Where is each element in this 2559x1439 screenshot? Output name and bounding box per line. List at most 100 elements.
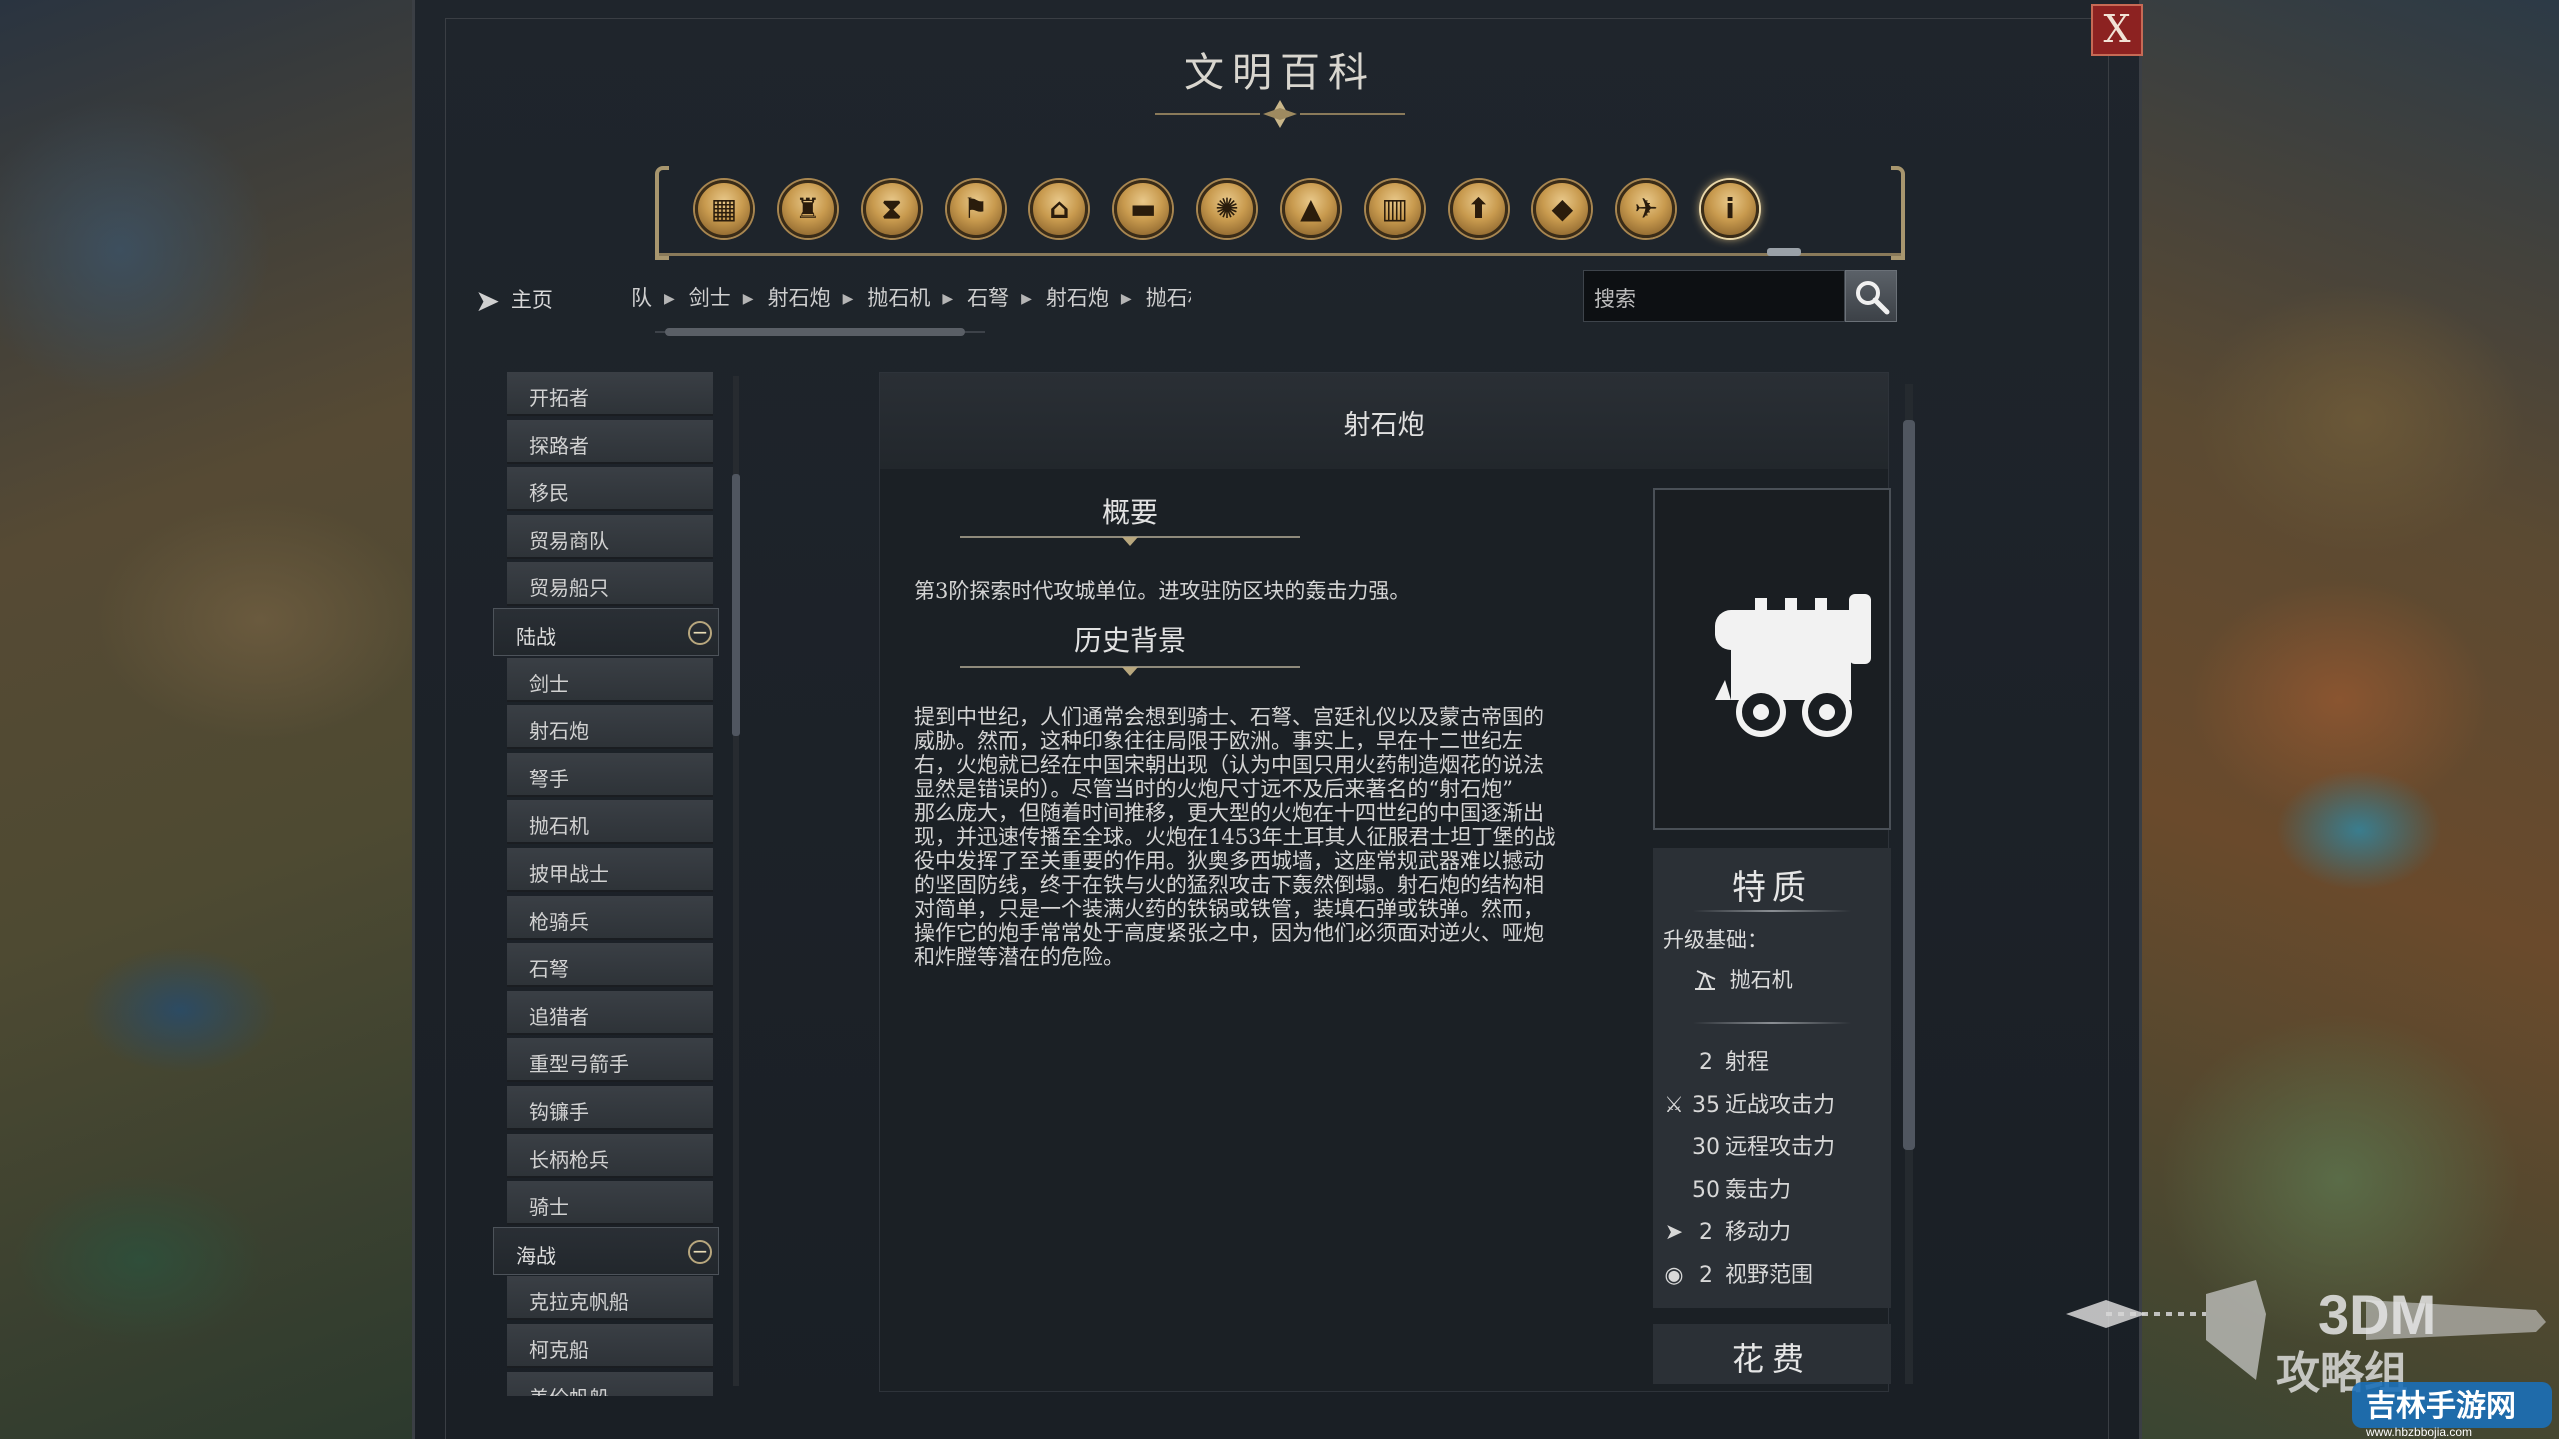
stat-row: 50 轰击力 (1661, 1172, 1791, 1203)
unit-list-item[interactable]: 弩手 (507, 752, 713, 797)
unit-list-item[interactable]: 披甲战士 (507, 848, 713, 892)
search-input[interactable]: 搜索 (1583, 270, 1845, 322)
history-text-line: 对简单，只是一个装满火药的铁锅或铁管，装填石弹或铁弹。然而， (914, 897, 1544, 921)
unit-list-item[interactable]: 石弩 (507, 943, 713, 988)
unit-list-item[interactable]: 射石炮 (507, 705, 713, 750)
history-text-line: 的坚固防线，终于在铁与火的猛烈攻击下轰然倒塌。射石炮的结构相 (914, 873, 1544, 897)
unit-list-scrollbar[interactable] (732, 474, 740, 736)
breadcrumb-separator-icon: ▶ (1021, 291, 1032, 307)
district-icon[interactable]: ▥ (1365, 180, 1424, 238)
unit-list-item[interactable]: 克拉克帆船 (507, 1276, 713, 1321)
stat-row: ⚔ 35 近战攻击力 (1661, 1087, 1836, 1118)
stat-row: ◉ 2 视野范围 (1661, 1257, 1814, 1288)
unit-list-item[interactable]: 贸易商队 (507, 514, 713, 559)
stat-label: 移动力 (1725, 1220, 1792, 1245)
sight-icon: ◉ (1664, 1262, 1684, 1288)
history-heading: 历史背景 (1073, 624, 1186, 657)
movement-icon: ➤ (1664, 1220, 1684, 1245)
upgrade-from-link[interactable]: 抛石机 (1693, 964, 1793, 994)
breadcrumb: 队▶剑士▶射石炮▶抛石机▶石弩▶射石炮▶抛石机▶石弩▶抛石机▶射石炮 (631, 282, 1191, 314)
unit-list-item[interactable]: 钩镰手 (507, 1086, 713, 1130)
stat-label: 近战攻击力 (1725, 1092, 1836, 1118)
collapse-icon[interactable]: − (688, 1239, 712, 1264)
collapse-icon[interactable]: − (688, 621, 712, 645)
history-text-line: 右，火炮就已经在中国宋朝出现（认为中国只用火药制造烟花的说法 (914, 753, 1544, 777)
stat-label: 远程攻击力 (1725, 1135, 1836, 1160)
dove-icon[interactable]: ✈ (1617, 180, 1676, 238)
government-building-icon[interactable]: ⌂ (1030, 180, 1089, 238)
search-icon (1856, 281, 1890, 315)
breadcrumb-item[interactable]: 射石炮 (1046, 282, 1109, 312)
stat-label: 视野范围 (1725, 1262, 1814, 1288)
cost-panel: 花费 (1653, 1324, 1891, 1384)
watermark-site: 吉林手游网 (2366, 1389, 2516, 1424)
breadcrumb-item[interactable]: 射石炮 (768, 282, 831, 312)
history-text-line: 现，并迅速传播至全球。火炮在1453年土耳其人征服君士坦丁堡的战 (914, 825, 1556, 849)
unit-list-item[interactable]: 盖伦帆船 (507, 1371, 713, 1396)
goblet-icon[interactable]: ♜ (778, 180, 837, 238)
stat-value: 2 (1699, 1220, 1713, 1245)
stat-label: 射程 (1725, 1050, 1770, 1075)
list-group-header[interactable]: 陆战 − (493, 608, 719, 656)
stat-value: 2 (1699, 1262, 1713, 1288)
list-group-label: 陆战 (516, 625, 556, 649)
traits-title: 特质 (1732, 868, 1812, 908)
article-scrollbar[interactable] (1903, 420, 1915, 1150)
unit-list: 开拓者 探路者 移民 贸易商队 贸易船只陆战 − 剑士 射石炮 弩手 抛石机 披甲战士 枪骑兵 石弩 追猎… (493, 372, 719, 1396)
unit-list-item[interactable]: 追猎者 (507, 990, 713, 1035)
upgrade-label: 升级基础： (1663, 928, 1768, 952)
resource-icon[interactable]: ◆ (1533, 180, 1592, 238)
history-text-line: 威胁。然而，这种印象往往局限于欧洲。事实上，早在十二世纪左 (914, 729, 1523, 753)
unit-list-item[interactable]: 开拓者 (507, 372, 713, 416)
religion-icon[interactable]: ✺ (1198, 180, 1257, 238)
terrain-mountain-icon[interactable]: ▲ (1281, 180, 1340, 238)
stat-value: 35 (1692, 1092, 1720, 1118)
breadcrumb-item[interactable]: 队 (631, 282, 652, 312)
breadcrumb-item[interactable]: 抛石机 (867, 282, 930, 312)
heading-divider-icon (960, 536, 1300, 546)
traits-divider (1693, 1022, 1851, 1024)
unit-list-item[interactable]: 抛石机 (507, 800, 713, 845)
unit-list-item[interactable]: 枪骑兵 (507, 895, 713, 940)
breadcrumb-item[interactable]: 剑士 (689, 282, 731, 312)
unit-list-item[interactable]: 移民 (507, 467, 713, 512)
info-icon[interactable]: i (1701, 180, 1760, 238)
article-title: 射石炮 (880, 373, 1888, 469)
heading-divider-icon (960, 666, 1300, 676)
window-title: 文明百科 (1184, 50, 1376, 96)
unit-list-item[interactable]: 重型弓箭手 (507, 1038, 713, 1083)
watermark-line1: 3DM (2318, 1283, 2436, 1346)
breadcrumb-separator-icon: ▶ (1120, 291, 1132, 307)
upgrade-from-label: 抛石机 (1729, 968, 1793, 992)
overview-heading: 概要 (1101, 496, 1158, 529)
breadcrumb-item[interactable]: 抛石机 (1146, 282, 1191, 312)
breadcrumb-separator-icon: ▶ (842, 291, 854, 307)
stat-row: ➤ 2 移动力 (1661, 1214, 1792, 1245)
book-icon[interactable]: ▬ (1114, 180, 1173, 238)
traits-divider (1693, 910, 1851, 912)
overview-text: 第3阶探索时代攻城单位。进攻驻防区块的轰击力强。 (914, 579, 1411, 603)
unit-list-item[interactable]: 柯克船 (507, 1324, 713, 1368)
watermark-url: www.hbzbbojia.com (2365, 1425, 2472, 1439)
upgrade-arrow-icon[interactable]: ⬆ (1449, 180, 1508, 238)
list-group-header[interactable]: 海战 − (493, 1226, 719, 1275)
unit-list-item[interactable]: 长柄枪兵 (507, 1133, 713, 1178)
breadcrumb-scrollbar[interactable] (665, 328, 965, 336)
bombard-icon (1715, 594, 1871, 737)
search-button[interactable] (1845, 270, 1897, 322)
home-label: 主页 (510, 288, 553, 312)
unit-list-item[interactable]: 骑士 (507, 1181, 713, 1226)
unit-list-item[interactable]: 贸易船只 (507, 562, 713, 607)
unit-list-item[interactable]: 探路者 (507, 419, 713, 464)
unit-list-item[interactable]: 剑士 (507, 657, 713, 702)
back-arrow-icon: ➤ (475, 284, 501, 319)
hourglass-icon[interactable]: ⧗ (862, 180, 921, 238)
breadcrumb-separator-icon: ▶ (942, 291, 954, 307)
stat-value: 2 (1699, 1050, 1713, 1075)
stat-row: 2 射程 (1661, 1044, 1770, 1075)
breadcrumb-item[interactable]: 石弩 (967, 282, 1009, 312)
leader-flag-icon[interactable]: ⚑ (946, 180, 1005, 238)
trebuchet-icon (1695, 970, 1716, 990)
home-button[interactable]: ➤ 主页 (475, 284, 553, 319)
crate-icon[interactable]: ▦ (695, 180, 753, 238)
